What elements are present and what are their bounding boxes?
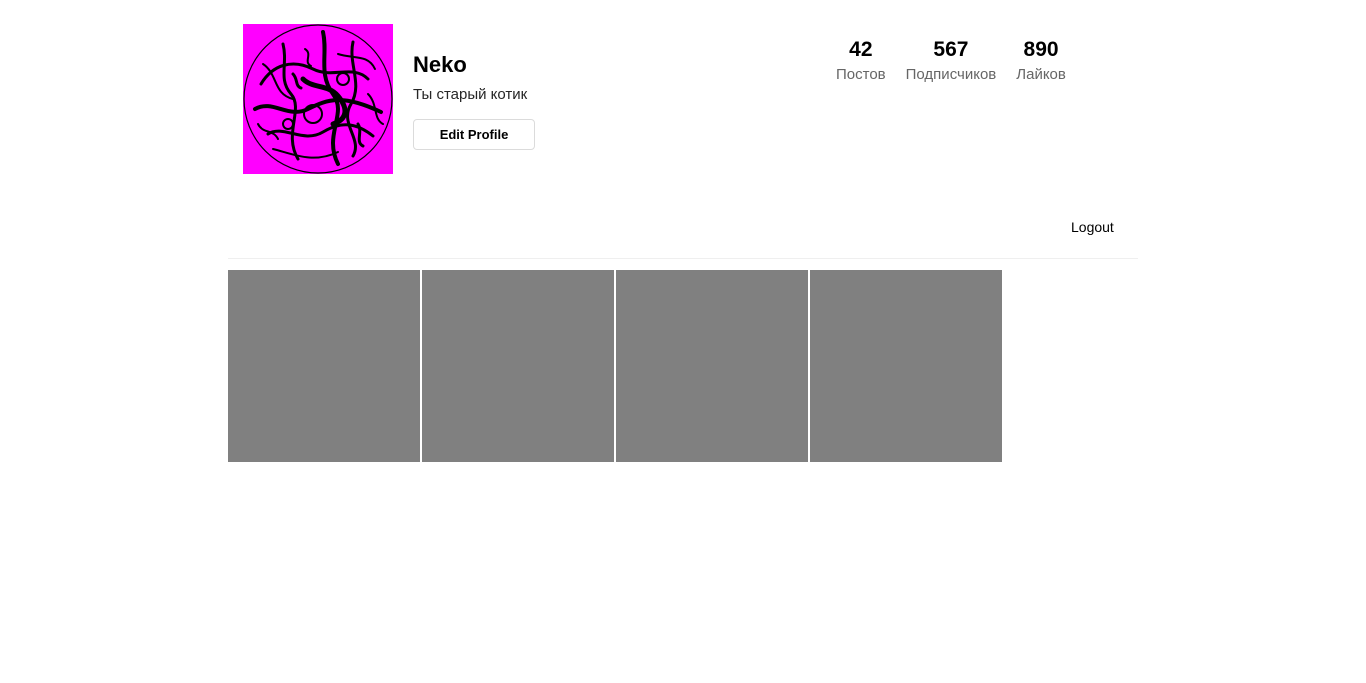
post-tile[interactable]: [616, 270, 808, 462]
edit-profile-button[interactable]: Edit Profile: [413, 119, 535, 150]
bio: Ты старый котик: [413, 86, 528, 103]
profile-container: Neko Ты старый котик Edit Profile 42 Пос…: [228, 0, 1138, 683]
stat-label: Постов: [836, 66, 886, 83]
stat-value: 890: [1023, 38, 1059, 61]
stat-likes: 890 Лайков: [1016, 38, 1066, 88]
stat-value: 42: [849, 38, 873, 61]
stat-label: Подписчиков: [905, 66, 997, 83]
avatar[interactable]: [243, 24, 393, 174]
stat-label: Лайков: [1016, 66, 1066, 83]
divider: [228, 258, 1138, 259]
stat-followers: 567 Подписчиков: [906, 38, 997, 88]
post-tile[interactable]: [228, 270, 420, 462]
logout-link[interactable]: Logout: [1071, 218, 1114, 236]
post-tile[interactable]: [422, 270, 614, 462]
stat-value: 567: [933, 38, 969, 61]
posts-grid: [228, 270, 1002, 462]
stat-posts: 42 Постов: [836, 38, 886, 88]
profile-info: Neko Ты старый котик Edit Profile: [413, 50, 673, 150]
post-tile[interactable]: [810, 270, 1002, 462]
username: Neko: [413, 52, 467, 77]
profile-stats: 42 Постов 567 Подписчиков 890 Лайков: [836, 38, 1066, 88]
profile-page: Neko Ты старый котик Edit Profile 42 Пос…: [0, 0, 1366, 683]
